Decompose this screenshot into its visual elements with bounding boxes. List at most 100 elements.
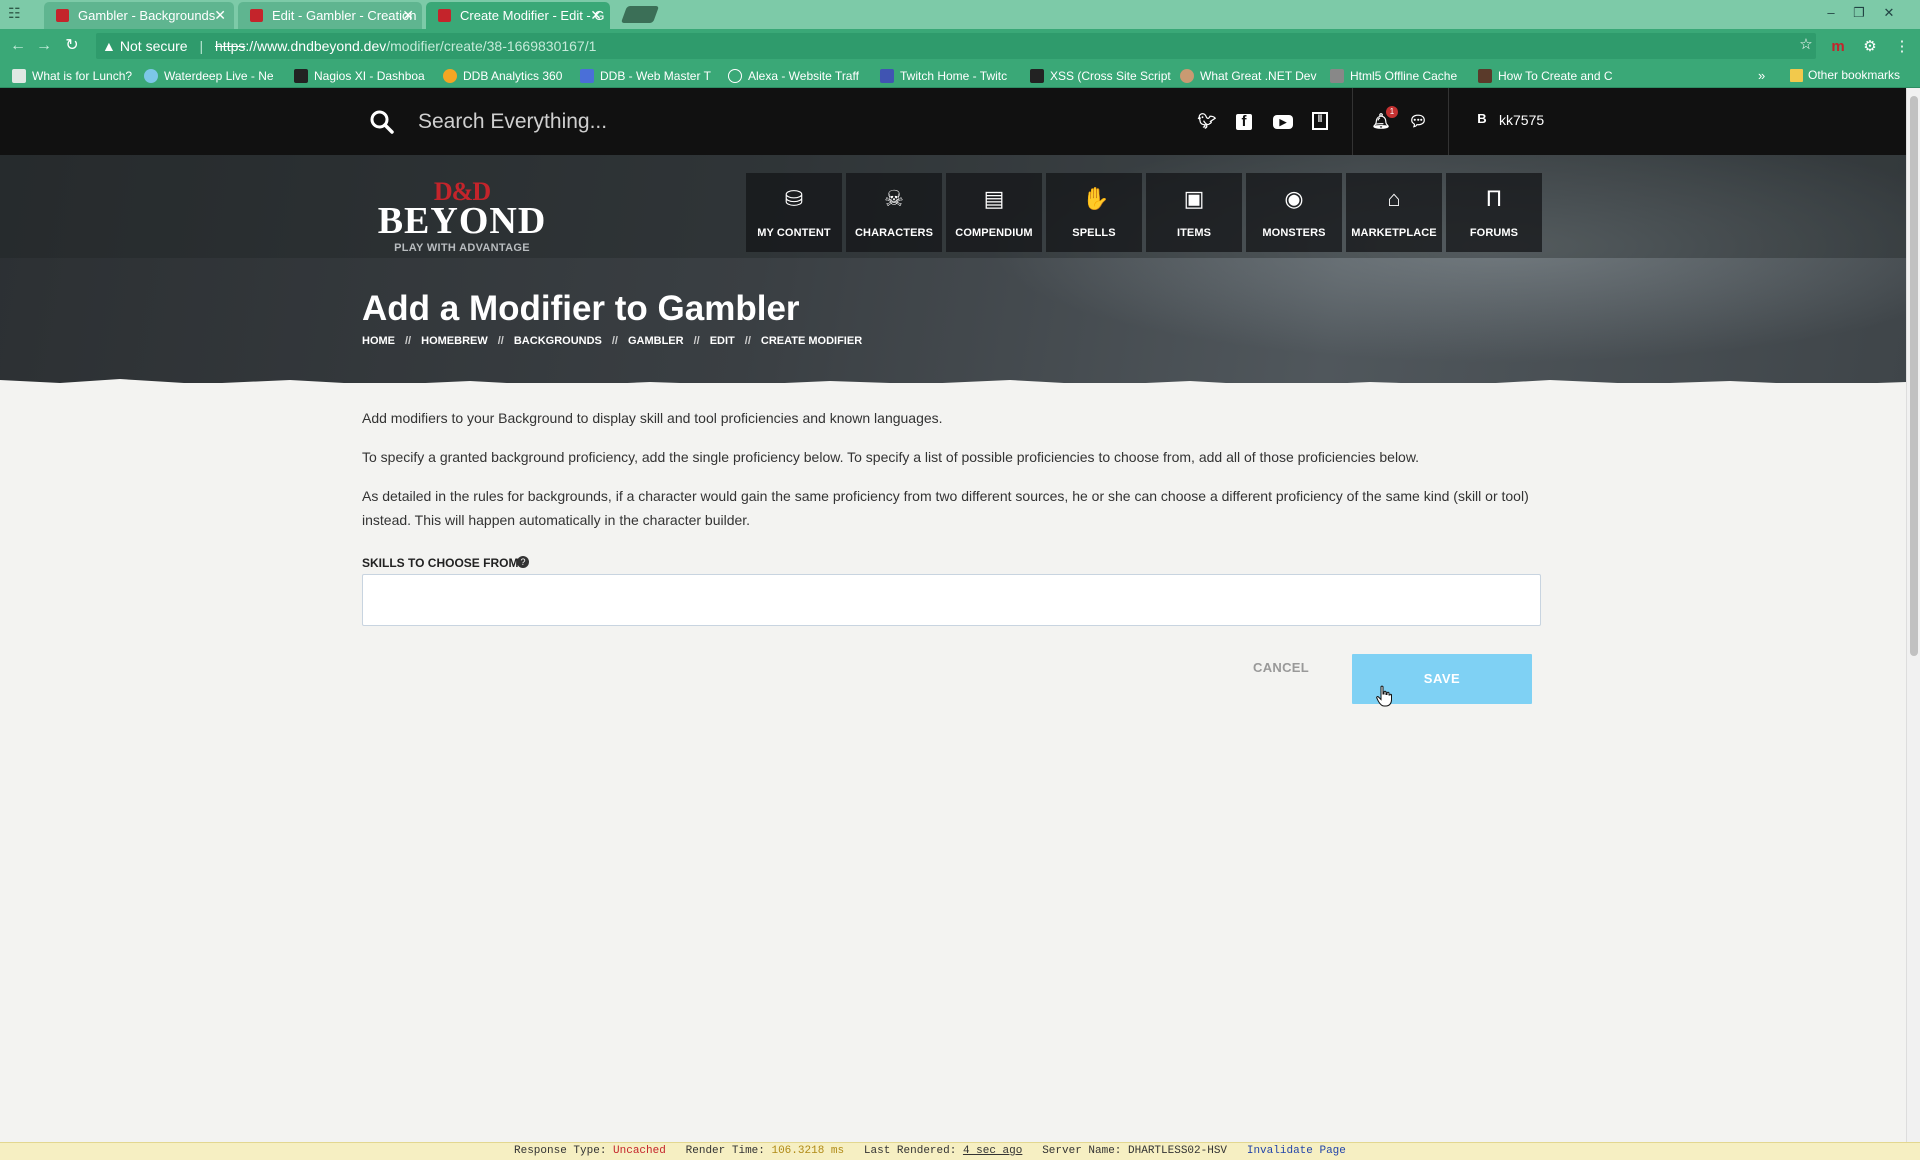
- topbar-divider: [1448, 88, 1449, 155]
- youtube-icon[interactable]: ▶: [1273, 115, 1293, 129]
- torn-paper-edge: [0, 379, 1906, 390]
- browser-tab[interactable]: Gambler - Backgrounds ✕: [44, 2, 234, 29]
- nav-compendium[interactable]: ▤ COMPENDIUM: [946, 173, 1042, 252]
- page-viewport: 🐦︎ f ▶ ‖ 🔔︎ 1 💬︎ B kk7575 D&D BEYOND PLA…: [0, 88, 1920, 1142]
- username-link[interactable]: kk7575: [1499, 112, 1544, 128]
- hand-cursor-icon: [1376, 685, 1392, 707]
- breadcrumb-gambler[interactable]: GAMBLER: [628, 335, 684, 347]
- bookmark-star-icon[interactable]: ☆: [1796, 35, 1816, 55]
- main-nav: ⛁ MY CONTENT ☠ CHARACTERS ▤ COMPENDIUM ✋ SPE…: [746, 173, 1542, 252]
- twitch-x-icon: [880, 69, 894, 83]
- bookmark-item[interactable]: Twitch Home - Twitc: [880, 68, 1007, 84]
- topbar-divider: [1352, 88, 1353, 155]
- bookmark-item[interactable]: How To Create and C: [1478, 68, 1613, 84]
- nav-characters[interactable]: ☠ CHARACTERS: [846, 173, 942, 252]
- twitter-icon[interactable]: 🐦︎: [1197, 112, 1217, 132]
- forward-arrow-icon[interactable]: →: [34, 36, 54, 56]
- scrollbar-thumb[interactable]: [1910, 96, 1918, 656]
- bookmark-item[interactable]: What is for Lunch?: [12, 68, 132, 84]
- bookmark-item[interactable]: What Great .NET Dev: [1180, 68, 1316, 84]
- nav-marketplace[interactable]: ⌂ MARKETPLACE: [1346, 173, 1442, 252]
- server-name-value: DHARTLESS02-HSV: [1128, 1145, 1228, 1157]
- new-tab-button[interactable]: [620, 6, 660, 23]
- last-rendered-label: Last Rendered:: [863, 1145, 957, 1157]
- other-bookmarks[interactable]: Other bookmarks: [1790, 68, 1900, 82]
- facebook-icon[interactable]: f: [1236, 114, 1252, 130]
- back-arrow-icon[interactable]: ←: [8, 36, 28, 56]
- bookmark-item[interactable]: Alexa - Website Traff: [728, 68, 859, 84]
- nav-forums[interactable]: Π FORUMS: [1446, 173, 1542, 252]
- search-icon[interactable]: [369, 109, 395, 135]
- restore-icon[interactable]: ❐: [1846, 2, 1872, 24]
- dndbeyond-logo[interactable]: D&D BEYOND PLAY WITH ADVANTAGE: [362, 177, 562, 257]
- browser-toolbar: ← → ↻ ▲ Not secure | https://www.dndbeyo…: [0, 29, 1920, 64]
- helmet-icon: ☠: [884, 186, 904, 211]
- bookmark-item[interactable]: Waterdeep Live - Ne: [144, 68, 274, 84]
- intro-text: Add modifiers to your Background to disp…: [362, 406, 1542, 547]
- extension-gear-icon[interactable]: ⚙: [1860, 37, 1880, 57]
- breadcrumb-backgrounds[interactable]: BACKGROUNDS: [514, 335, 602, 347]
- apps-icon[interactable]: ☷: [8, 6, 24, 20]
- close-window-icon[interactable]: ✕: [1876, 2, 1902, 24]
- render-time-label: Render Time:: [685, 1145, 765, 1157]
- nav-label: SPELLS: [1072, 227, 1116, 239]
- nav-label: ITEMS: [1176, 227, 1212, 239]
- eye-icon: [144, 69, 158, 83]
- url-path: /modifier/create/38-1669830167/1: [386, 38, 597, 54]
- skills-choose-input[interactable]: [362, 574, 1541, 626]
- extension-m-icon[interactable]: m: [1828, 37, 1848, 57]
- intro-paragraph: As detailed in the rules for backgrounds…: [362, 488, 1529, 528]
- browser-tab[interactable]: Edit - Gambler - Creation ✕: [238, 2, 422, 29]
- rs-icon: [1030, 69, 1044, 83]
- skills-label: SKILLS TO CHOOSE FROM.: [362, 556, 522, 570]
- intro-paragraph: Add modifiers to your Background to disp…: [362, 410, 943, 426]
- bookmark-item[interactable]: Nagios XI - Dashboa: [294, 68, 425, 84]
- logo-beyond: BEYOND: [377, 200, 547, 242]
- close-tab-icon[interactable]: ✕: [214, 2, 226, 29]
- breadcrumb-edit[interactable]: EDIT: [710, 335, 735, 347]
- bookmark-label: DDB Analytics 360: [463, 69, 563, 83]
- bookmark-item[interactable]: DDB Analytics 360: [443, 68, 562, 84]
- address-bar[interactable]: ▲ Not secure | https://www.dndbeyond.dev…: [96, 33, 1816, 59]
- user-avatar-icon[interactable]: B: [1473, 110, 1491, 128]
- reload-icon[interactable]: ↻: [62, 36, 82, 56]
- response-type-label: Response Type:: [514, 1145, 607, 1157]
- nav-my-content[interactable]: ⛁ MY CONTENT: [746, 173, 842, 252]
- bookmark-label: Nagios XI - Dashboa: [314, 69, 425, 83]
- bookmarks-overflow-chevron-icon[interactable]: »: [1758, 68, 1765, 83]
- chest-icon: ▣: [1183, 186, 1205, 211]
- bookmarks-bar: What is for Lunch? Waterdeep Live - Ne N…: [0, 64, 1920, 88]
- search-input[interactable]: [418, 102, 938, 142]
- bookmark-item[interactable]: DDB - Web Master T: [580, 68, 711, 84]
- breadcrumb-home[interactable]: HOME: [362, 335, 395, 347]
- nav-items[interactable]: ▣ ITEMS: [1146, 173, 1242, 252]
- bookmark-item[interactable]: Html5 Offline Cache: [1330, 68, 1457, 84]
- debug-status-bar: Response Type: Uncached Render Time: 106…: [0, 1142, 1920, 1160]
- breadcrumb-homebrew[interactable]: HOMEBREW: [421, 335, 488, 347]
- close-tab-icon[interactable]: ✕: [590, 2, 602, 29]
- browser-tab-active[interactable]: Create Modifier - Edit - G ✕: [426, 2, 610, 29]
- invalidate-page-link[interactable]: Invalidate Page: [1247, 1145, 1346, 1157]
- site-top-bar: 🐦︎ f ▶ ‖ 🔔︎ 1 💬︎ B kk7575: [0, 88, 1906, 155]
- column-icon: Π: [1486, 186, 1502, 211]
- browser-tab-strip: ☷ Gambler - Backgrounds ✕ Edit - Gambler…: [0, 0, 1920, 29]
- page-scrollbar[interactable]: [1906, 88, 1920, 1142]
- cancel-button[interactable]: CANCEL: [1236, 655, 1326, 681]
- render-time-value: 106.3218 ms: [771, 1145, 845, 1157]
- other-bookmarks-label: Other bookmarks: [1808, 68, 1901, 82]
- bookmark-label: How To Create and C: [1498, 69, 1613, 83]
- tab-title: Create Modifier - Edit - G: [460, 8, 605, 23]
- monster-icon: ◉: [1284, 186, 1304, 211]
- close-tab-icon[interactable]: ✕: [402, 2, 414, 29]
- nav-monsters[interactable]: ◉ MONSTERS: [1246, 173, 1342, 252]
- nav-spells[interactable]: ✋ SPELLS: [1046, 173, 1142, 252]
- bookmark-item[interactable]: XSS (Cross Site Script: [1030, 68, 1171, 84]
- minimize-icon[interactable]: –: [1818, 2, 1844, 24]
- bookmark-label: What is for Lunch?: [32, 69, 133, 83]
- menu-dots-icon[interactable]: ⋮: [1892, 37, 1912, 57]
- chat-bubbles-icon[interactable]: 💬︎: [1408, 112, 1428, 132]
- dndbeyond-favicon-icon: [438, 9, 451, 22]
- twitch-icon[interactable]: ‖: [1312, 112, 1328, 130]
- breadcrumb: HOME // HOMEBREW // BACKGROUNDS // GAMBL…: [362, 335, 862, 347]
- help-question-icon[interactable]: ?: [517, 556, 529, 568]
